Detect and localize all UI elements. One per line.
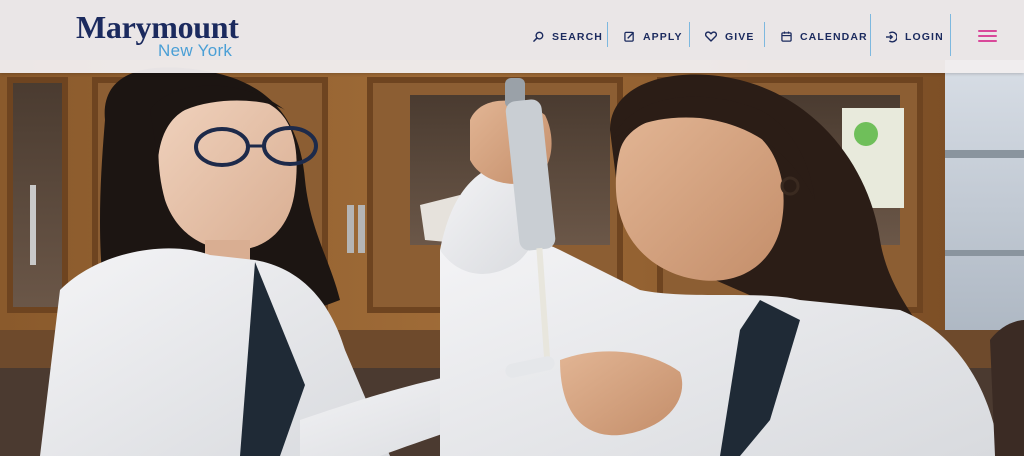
nav-label-give: GIVE xyxy=(725,30,755,43)
nav-apply[interactable]: APPLY xyxy=(622,0,683,73)
nav-divider xyxy=(689,22,690,47)
nav-calendar[interactable]: CALENDAR xyxy=(779,0,868,73)
nav-label-apply: APPLY xyxy=(643,30,683,43)
nav-label-search: SEARCH xyxy=(552,30,603,43)
login-icon xyxy=(884,30,898,44)
nav-give[interactable]: GIVE xyxy=(704,0,755,73)
apply-button[interactable]: APPLY xyxy=(622,0,683,73)
hamburger-menu-icon[interactable] xyxy=(978,28,1000,44)
nav-divider xyxy=(764,22,765,47)
give-button[interactable]: GIVE xyxy=(704,0,755,73)
logo-location: New York xyxy=(158,41,233,60)
edit-icon xyxy=(622,30,636,44)
nav-divider xyxy=(870,14,871,56)
heart-icon xyxy=(704,30,718,44)
nav-divider xyxy=(950,14,951,56)
nav-login[interactable]: LOGIN xyxy=(884,0,944,73)
nav-search[interactable]: SEARCH xyxy=(531,0,603,73)
login-button[interactable]: LOGIN xyxy=(884,0,944,73)
nav-label-login: LOGIN xyxy=(905,30,944,43)
calendar-button[interactable]: CALENDAR xyxy=(779,0,868,73)
logo-name: Marymount xyxy=(76,9,239,45)
nav-divider xyxy=(607,22,608,47)
nav-label-calendar: CALENDAR xyxy=(800,30,868,43)
search-icon xyxy=(531,30,545,44)
site-header: Marymount New York SEARCH APPLY GIVE CAL… xyxy=(0,0,1024,73)
site-logo[interactable]: Marymount New York xyxy=(76,10,256,64)
search-button[interactable]: SEARCH xyxy=(531,0,603,73)
calendar-icon xyxy=(779,30,793,44)
